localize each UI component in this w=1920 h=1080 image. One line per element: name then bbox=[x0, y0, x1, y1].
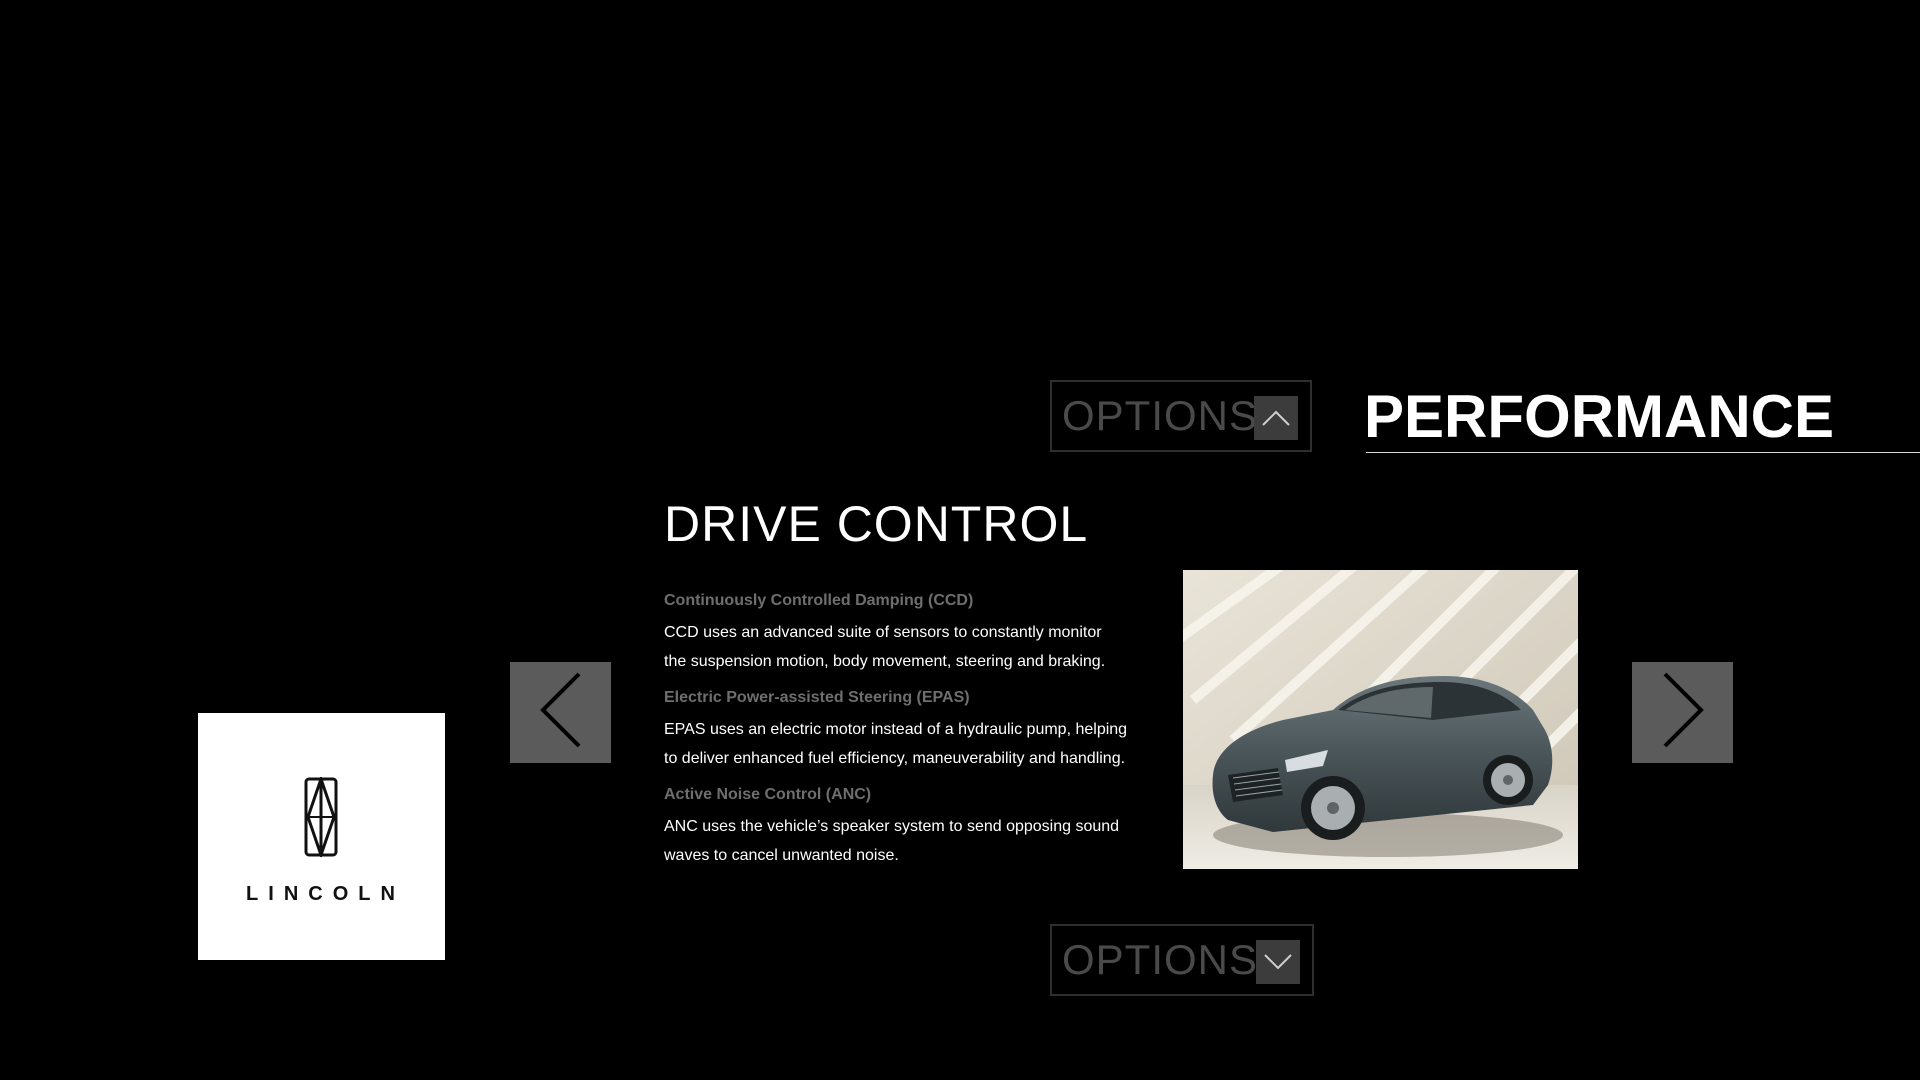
chevron-left-icon bbox=[539, 672, 583, 753]
feature-item: Active Noise Control (ANC) ANC uses the … bbox=[664, 784, 1164, 870]
feature-description: EPAS uses an electric motor instead of a… bbox=[664, 721, 1128, 767]
feature-list: Continuously Controlled Damping (CCD) CC… bbox=[664, 590, 1164, 881]
section-divider bbox=[1366, 452, 1920, 453]
page-heading: DRIVE CONTROL bbox=[664, 496, 1089, 552]
options-label-top: OPTIONS bbox=[1062, 392, 1259, 439]
feature-title: Active Noise Control (ANC) bbox=[664, 786, 872, 803]
previous-button[interactable] bbox=[510, 662, 611, 763]
feature-item: Continuously Controlled Damping (CCD) CC… bbox=[664, 590, 1164, 676]
options-label-bottom: OPTIONS bbox=[1062, 936, 1259, 983]
next-button[interactable] bbox=[1632, 662, 1733, 763]
feature-item: Electric Power-assisted Steering (EPAS) … bbox=[664, 687, 1164, 773]
chevron-up-icon bbox=[1254, 396, 1298, 440]
chevron-right-icon bbox=[1661, 672, 1705, 753]
options-button-top[interactable]: OPTIONS bbox=[1050, 380, 1312, 452]
section-title: PERFORMANCE bbox=[1364, 383, 1835, 450]
options-button-bottom[interactable]: OPTIONS bbox=[1050, 924, 1314, 996]
stage: OPTIONS PERFORMANCE DRIVE CONTROL Contin… bbox=[0, 0, 1920, 1080]
feature-title: Electric Power-assisted Steering (EPAS) bbox=[664, 689, 970, 706]
lincoln-logo: LINCOLN bbox=[198, 713, 445, 960]
feature-description: CCD uses an advanced suite of sensors to… bbox=[664, 624, 1106, 670]
car-photo bbox=[1183, 570, 1578, 869]
lincoln-star-icon bbox=[304, 774, 338, 862]
feature-title: Continuously Controlled Damping (CCD) bbox=[664, 592, 974, 609]
feature-description: ANC uses the vehicle’s speaker system to… bbox=[664, 818, 1120, 864]
logo-wordmark: LINCOLN bbox=[246, 883, 405, 905]
chevron-down-icon bbox=[1256, 940, 1300, 984]
